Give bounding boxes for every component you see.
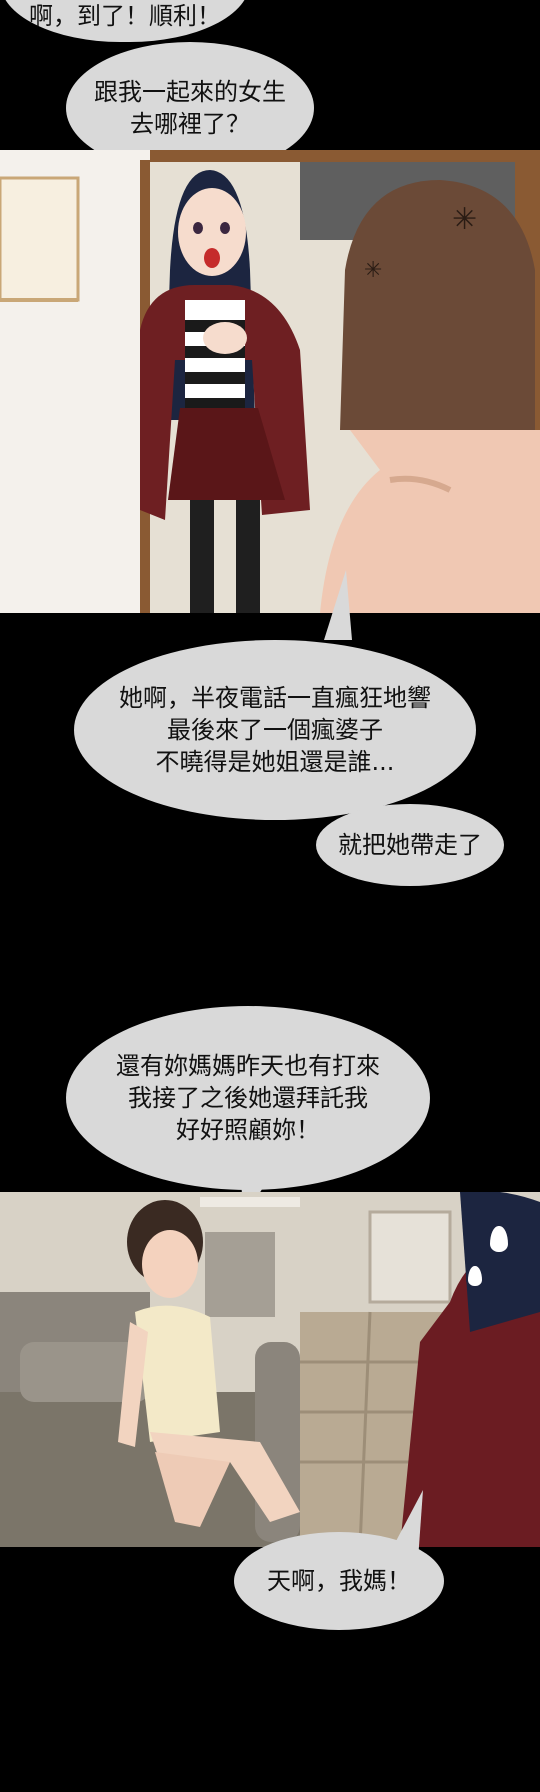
bubble-text-line-2: 去哪裡了？ <box>130 110 250 138</box>
speech-bubble-took-her: 就把她帶走了 <box>316 804 504 886</box>
bubble-text-line-3: 不曉得是她姐還是誰... <box>155 748 395 776</box>
bubble-text: 就把她帶走了 <box>338 831 482 859</box>
speech-bubble-top: 啊，到了！順利！ <box>0 0 250 42</box>
anger-mark-icon: ✳ <box>364 258 383 283</box>
bubble-text-line-1: 她啊，半夜電話一直瘋狂地響 <box>119 684 431 712</box>
bubble-tail <box>324 570 352 640</box>
comic-panel-doorway: ✳ ✳ <box>0 150 540 613</box>
bubble-text-line-1: 跟我一起來的女生 <box>94 78 286 106</box>
bubble-text-line-2: 我接了之後她還拜託我 <box>128 1084 368 1112</box>
bubble-text-line-1: 還有妳媽媽昨天也有打來 <box>116 1052 380 1080</box>
sweat-drop-icon <box>488 1224 510 1254</box>
bubble-text: 啊，到了！順利！ <box>29 2 221 30</box>
sweat-drop-icon <box>466 1264 484 1288</box>
speech-bubble-mom-call: 還有妳媽媽昨天也有打來 我接了之後她還拜託我 好好照顧妳！ <box>66 1006 430 1190</box>
sofa-illustration <box>0 1192 540 1547</box>
comic-panel-sofa <box>0 1192 540 1547</box>
bubble-text: 天啊，我媽！ <box>267 1567 411 1595</box>
speech-bubble-explain: 她啊，半夜電話一直瘋狂地響 最後來了一個瘋婆子 不曉得是她姐還是誰... <box>74 640 476 820</box>
speech-bubble-oh-my-mom: 天啊，我媽！ <box>234 1532 444 1630</box>
anger-mark-icon: ✳ <box>452 202 478 237</box>
bubble-text-line-2: 最後來了一個瘋婆子 <box>167 716 383 744</box>
bubble-text-line-3: 好好照顧妳！ <box>176 1116 320 1144</box>
